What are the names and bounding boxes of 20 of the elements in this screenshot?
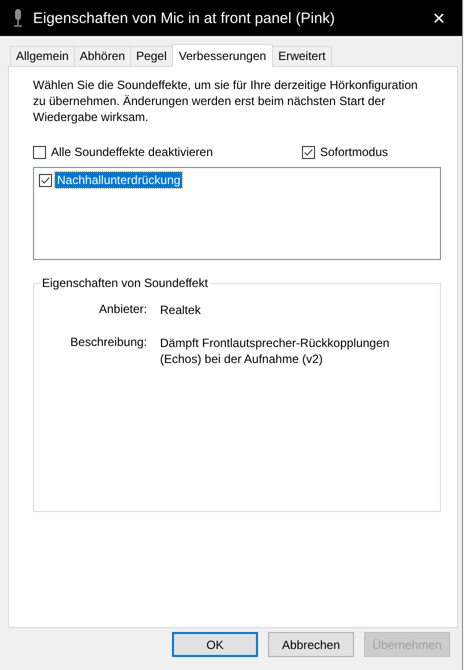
window-title: Eigenschaften von Mic in at front panel (Pink) — [33, 10, 336, 26]
checkbox-label: Alle Soundeffekte deaktivieren — [51, 145, 213, 159]
close-button[interactable]: ✕ — [416, 0, 462, 36]
group-title: Eigenschaften von Soundeffekt — [40, 276, 210, 290]
microphone-icon — [13, 8, 23, 28]
description-text: Wählen Sie die Soundeffekte, um sie für Ihre derzeitige Hörkonfiguration zu übernehmen. Änderungen werden erst beim nächsten Start der Wiedergabe wirksam. — [33, 77, 419, 125]
dialog-button[interactable]: OK — [172, 632, 258, 657]
property-label: Anbieter: — [98, 302, 147, 318]
list-item[interactable]: Nachhallunterdrückung — [55, 172, 182, 188]
property-value: Realtek — [160, 302, 202, 318]
property-value: Dämpft Frontlautsprecher-Rückkopplungen (Echos) bei der Aufnahme (v2) — [160, 335, 390, 367]
tab[interactable]: Erweitert — [272, 46, 332, 66]
checkbox[interactable] — [39, 174, 52, 186]
tab[interactable]: Allgemein — [10, 46, 75, 66]
dialog-button[interactable]: Abbrechen — [268, 632, 354, 657]
property-label: Beschreibung: — [69, 335, 147, 351]
checkbox-label: Sofortmodus — [320, 145, 388, 159]
checkbox[interactable] — [302, 146, 315, 158]
checkbox[interactable] — [33, 146, 46, 158]
tab[interactable]: Verbesserungen — [172, 44, 274, 67]
